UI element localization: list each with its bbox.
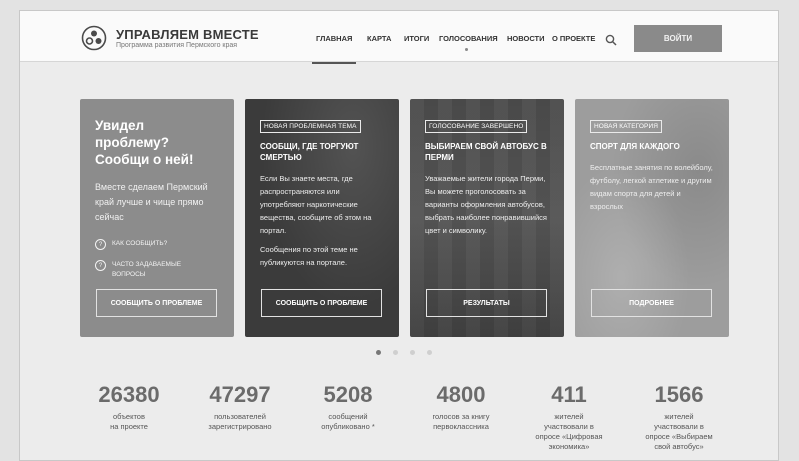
card-text: Уважаемые жители города Перми, Вы можете… — [425, 172, 549, 237]
intro-title-line1: Увидел проблему? — [95, 118, 169, 150]
carousel-dot-2[interactable] — [393, 350, 398, 355]
stat-label-line: на проекте — [110, 422, 148, 431]
nav-item-results[interactable]: ИТОГИ — [404, 34, 429, 43]
stat-label-line: экономика» — [548, 442, 590, 451]
stat-label: сообщений опубликовано * — [288, 412, 408, 432]
details-button[interactable]: ПОДРОБНЕЕ — [591, 289, 712, 317]
stat-label-line: опубликовано * — [321, 422, 375, 431]
stat-number: 5208 — [323, 382, 373, 407]
stat-label-line: участвовали в — [654, 422, 704, 431]
stat-label: объектов на проекте — [69, 412, 189, 432]
carousel-dot-4[interactable] — [427, 350, 432, 355]
stat-label-line: сообщений — [328, 412, 368, 421]
intro-card: Увидел проблему? Сообщи о ней! Вместе сд… — [80, 99, 234, 337]
nav-item-home[interactable]: ГЛАВНАЯ — [316, 34, 352, 43]
stat-objects: 26380 объектов на проекте — [69, 383, 189, 432]
question-icon: ? — [95, 239, 106, 250]
card-badge: НОВАЯ ПРОБЛЕМНАЯ ТЕМА — [260, 120, 361, 133]
card-text-para1: Если Вы знаете места, где распространяют… — [260, 174, 372, 235]
stat-label-line: свой автобус» — [654, 442, 704, 451]
stat-digital-survey: 411 жителей участвовали в опросе «Цифров… — [509, 383, 629, 452]
card-text: Бесплатные занятия по волейболу, футболу… — [590, 161, 714, 213]
stat-label-line: зарегистрировано — [208, 422, 272, 431]
stat-label-line: жителей — [664, 412, 694, 421]
stat-label-line: жителей — [554, 412, 584, 421]
sport-card[interactable]: НОВАЯ КАТЕГОРИЯ СПОРТ ДЛЯ КАЖДОГО Беспла… — [575, 99, 729, 337]
stat-label-line: первоклассника — [433, 422, 489, 431]
how-to-report-label: КАК СООБЩИТЬ? — [112, 240, 168, 247]
card-title: СООБЩИ, ГДЕ ТОРГУЮТ СМЕРТЬЮ — [260, 142, 359, 162]
stat-number: 47297 — [209, 382, 271, 407]
stat-label-line: опросе «Выбираем — [645, 432, 713, 441]
question-icon: ? — [95, 260, 106, 271]
report-problem-button[interactable]: СООБЩИТЬ О ПРОБЛЕМЕ — [261, 289, 382, 317]
faq-link[interactable]: ? ЧАСТО ЗАДАВАЕМЫЕ ВОПРОСЫ — [95, 260, 219, 280]
stat-label-line: объектов — [113, 412, 145, 421]
site-header: УПРАВЛЯЕМ ВМЕСТЕ Программа развития Перм… — [20, 11, 778, 64]
news-card[interactable]: НОВАЯ ПРОБЛЕМНАЯ ТЕМА СООБЩИ, ГДЕ ТОРГУЮ… — [245, 99, 399, 337]
search-icon[interactable] — [605, 34, 617, 46]
brand-subtitle: Программа развития Пермского края — [116, 42, 238, 49]
faq-label-line2: ВОПРОСЫ — [112, 271, 146, 278]
browser-frame: УПРАВЛЯЕМ ВМЕСТЕ Программа развития Перм… — [19, 10, 779, 461]
stat-label-line: участвовали в — [544, 422, 594, 431]
faq-label: ЧАСТО ЗАДАВАЕМЫЕ ВОПРОСЫ — [112, 260, 181, 280]
how-to-report-link[interactable]: ? КАК СООБЩИТЬ? — [95, 239, 219, 250]
intro-title-line2: Сообщи о ней! — [95, 152, 194, 167]
intro-title: Увидел проблему? Сообщи о ней! — [95, 117, 219, 168]
stat-label: жителей участвовали в опросе «Цифровая э… — [509, 412, 629, 452]
card-title: ВЫБИРАЕМ СВОЙ АВТОБУС В ПЕРМИ — [425, 142, 547, 162]
logo-icon[interactable] — [81, 25, 107, 51]
stat-users: 47297 пользователей зарегистрировано — [180, 383, 300, 432]
card-text-para1: Уважаемые жители города Перми, Вы можете… — [425, 174, 547, 235]
nav-item-news[interactable]: НОВОСТИ — [507, 34, 545, 43]
carousel-dot-3[interactable] — [410, 350, 415, 355]
nav-notification-dot — [465, 48, 468, 51]
stat-label: жителей участвовали в опросе «Выбираем с… — [619, 412, 739, 452]
report-problem-button[interactable]: СООБЩИТЬ О ПРОБЛЕМЕ — [96, 289, 217, 317]
carousel-dot-1[interactable] — [376, 350, 381, 355]
voting-card[interactable]: ГОЛОСОВАНИЕ ЗАВЕРШЕНО ВЫБИРАЕМ СВОЙ АВТО… — [410, 99, 564, 337]
results-button[interactable]: РЕЗУЛЬТАТЫ — [426, 289, 547, 317]
stat-label-line: пользователей — [214, 412, 266, 421]
nav-item-voting[interactable]: ГОЛОСОВАНИЯ — [439, 34, 498, 43]
intro-text: Вместе сделаем Пермский край лучше и чищ… — [95, 182, 208, 222]
card-text-para1: Бесплатные занятия по волейболу, футболу… — [590, 163, 713, 211]
stat-book-votes: 4800 голосов за книгу первоклассника — [401, 383, 521, 432]
card-text: Если Вы знаете места, где распространяют… — [260, 172, 384, 269]
stat-label-line: голосов за книгу — [432, 412, 490, 421]
stat-number: 411 — [551, 382, 587, 407]
stat-bus-survey: 1566 жителей участвовали в опросе «Выбир… — [619, 383, 739, 452]
nav-active-indicator — [312, 62, 356, 64]
card-text-para2: Сообщения по этой теме не публикуются на… — [260, 245, 358, 267]
card-badge: ГОЛОСОВАНИЕ ЗАВЕРШЕНО — [425, 120, 528, 133]
login-button[interactable]: ВОЙТИ — [634, 25, 722, 52]
stat-label-line: опросе «Цифровая — [535, 432, 603, 441]
stat-number: 26380 — [98, 382, 160, 407]
brand-title[interactable]: УПРАВЛЯЕМ ВМЕСТЕ — [116, 27, 259, 42]
nav-item-map[interactable]: КАРТА — [367, 34, 391, 43]
nav-item-about[interactable]: О ПРОЕКТЕ — [552, 34, 595, 43]
card-title: СПОРТ ДЛЯ КАЖДОГО — [590, 142, 680, 151]
card-badge: НОВАЯ КАТЕГОРИЯ — [590, 120, 663, 133]
stat-number: 4800 — [436, 382, 486, 407]
stat-number: 1566 — [654, 382, 704, 407]
stat-label: голосов за книгу первоклассника — [401, 412, 521, 432]
stat-messages: 5208 сообщений опубликовано * — [288, 383, 408, 432]
faq-label-line1: ЧАСТО ЗАДАВАЕМЫЕ — [112, 261, 182, 268]
stat-label: пользователей зарегистрировано — [180, 412, 300, 432]
